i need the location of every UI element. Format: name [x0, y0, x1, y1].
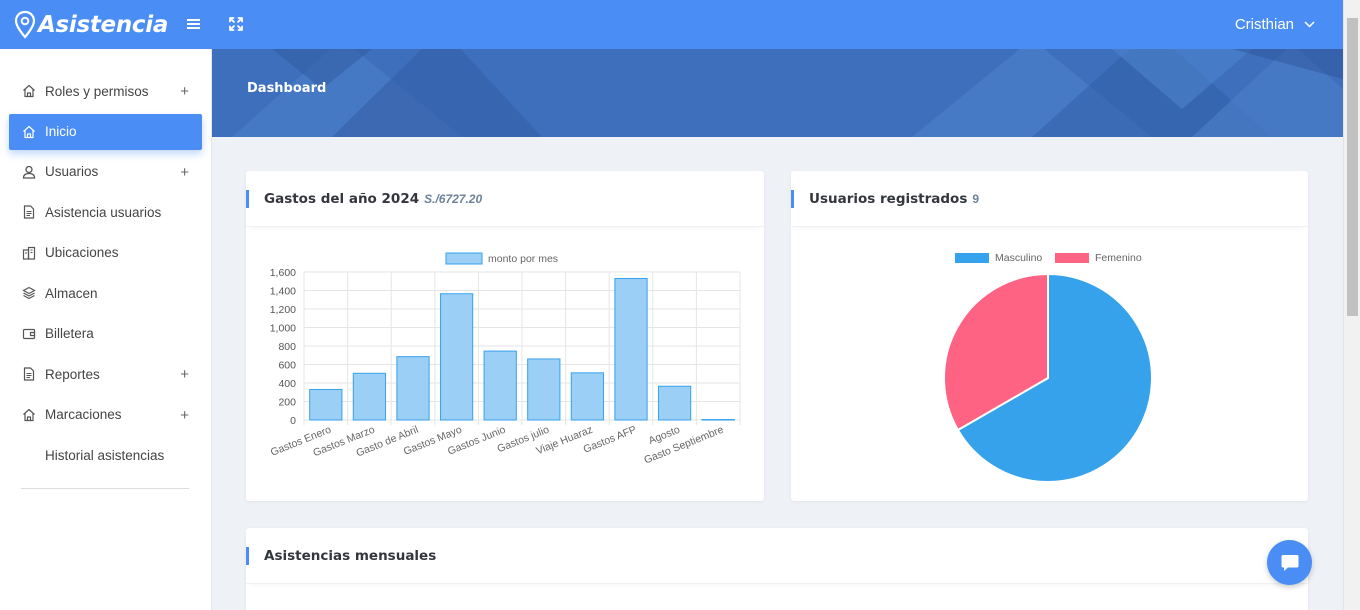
legend-label: Masculino: [995, 252, 1042, 264]
banner-background-pattern: [232, 49, 1343, 137]
expand-arrows-icon: [229, 17, 243, 31]
home-icon: [21, 124, 37, 140]
expenses-total: S./6727.20: [424, 191, 483, 206]
chevron-down-icon: [1304, 21, 1315, 28]
sidebar-item-asistencia-usuarios[interactable]: Asistencia usuarios: [0, 192, 202, 233]
users-card-header: Usuarios registrados 9: [791, 171, 1308, 227]
attendance-card-title: Asistencias mensuales: [264, 547, 437, 564]
bar: [570, 372, 605, 421]
sidebar-item-label: Reportes: [45, 366, 100, 382]
y-tick-label: 400: [278, 378, 296, 390]
bar: [483, 350, 517, 421]
layers-icon: [21, 285, 37, 301]
expenses-card: Gastos del año 2024 S./6727.20 monto por…: [246, 171, 764, 501]
sidebar-item-label: Billetera: [45, 326, 94, 342]
home-icon: [21, 407, 37, 423]
wallet-icon: [21, 326, 37, 342]
sidebar-item-label: Historial asistencias: [45, 447, 165, 463]
y-tick-label: 1,200: [270, 304, 296, 316]
brand-logo[interactable]: Asistencia: [0, 0, 212, 49]
y-tick-label: 800: [278, 341, 296, 353]
y-tick-label: 1,600: [270, 267, 296, 279]
chat-bubble-icon: [1281, 554, 1298, 571]
sidebar-item-label: Roles y permisos: [45, 83, 149, 99]
bar: [657, 385, 692, 421]
bar: [439, 293, 474, 421]
sidebar-item-marcaciones[interactable]: Marcaciones +: [0, 395, 202, 436]
bar: [701, 419, 735, 421]
page-title: Dashboard: [247, 81, 327, 96]
y-tick-label: 0: [290, 415, 296, 427]
sidebar-item-label: Marcaciones: [45, 407, 122, 423]
bar: [352, 372, 387, 421]
buildings-icon: [21, 245, 37, 261]
expenses-card-header: Gastos del año 2024 S./6727.20: [246, 171, 764, 227]
bar: [527, 358, 561, 421]
bar: [309, 388, 343, 421]
document-icon: [21, 204, 37, 220]
top-navbar: Asistencia Cristhian: [0, 0, 1343, 49]
sidebar-nav: Roles y permisos + Inicio Usuarios + Asistenc…: [0, 49, 211, 476]
brand-name: Asistencia: [38, 11, 169, 38]
legend-swatch: [445, 252, 483, 265]
chat-button[interactable]: [1267, 540, 1312, 585]
bar: [396, 356, 430, 421]
user-name: Cristhian: [1234, 16, 1294, 33]
card-accent-bar: [791, 189, 794, 208]
y-tick-label: 200: [278, 397, 296, 409]
expenses-bar-chart: monto por mes 0 200 400 600 800 1,000 1,200 1,40…: [269, 252, 741, 466]
sidebar-item-reportes[interactable]: Reportes +: [0, 354, 202, 395]
sidebar-item-inicio[interactable]: Inicio: [9, 113, 202, 150]
sidebar-item-billetera[interactable]: Billetera: [0, 314, 202, 355]
home-icon: [21, 83, 37, 99]
legend-label: monto por mes: [488, 253, 558, 265]
legend-label: Femenino: [1095, 252, 1142, 264]
user-icon: [21, 164, 37, 180]
card-accent-bar: [246, 189, 249, 208]
user-menu[interactable]: Cristhian: [1235, 0, 1315, 49]
users-gender-pie-chart: Masculino Femenino: [943, 252, 1153, 483]
users-card-title: Usuarios registrados: [809, 190, 968, 207]
sidebar-item-ubicaciones[interactable]: Ubicaciones: [0, 233, 202, 274]
expand-plus-icon[interactable]: +: [180, 407, 189, 424]
page-header-banner: Dashboard: [212, 49, 1343, 137]
y-tick-label: 1,400: [270, 286, 296, 298]
sidebar-item-label: Usuarios: [45, 164, 99, 180]
page-scrollbar[interactable]: [1343, 0, 1360, 610]
sidebar-item-label: Inicio: [45, 124, 77, 139]
users-card: Usuarios registrados 9 Masculino Femenino: [791, 171, 1308, 501]
legend-swatch: [1055, 253, 1089, 263]
sidebar-item-label: Almacen: [45, 285, 98, 301]
scrollbar-thumb[interactable]: [1347, 18, 1358, 316]
bar: [614, 277, 648, 421]
card-accent-bar: [246, 546, 249, 565]
fullscreen-button[interactable]: [224, 12, 248, 36]
location-pin-icon: [14, 10, 36, 39]
document-icon: [21, 366, 37, 382]
users-count: 9: [972, 191, 980, 206]
hamburger-icon: [187, 19, 200, 29]
expand-plus-icon[interactable]: +: [180, 164, 189, 181]
menu-toggle-button[interactable]: [182, 12, 206, 36]
expenses-card-title: Gastos del año 2024: [264, 190, 420, 207]
legend-swatch: [955, 253, 989, 263]
sidebar-item-historial-asistencias[interactable]: Historial asistencias: [0, 435, 202, 476]
sidebar-item-label: Asistencia usuarios: [45, 204, 162, 220]
expand-plus-icon[interactable]: +: [180, 83, 189, 100]
attendance-card: Asistencias mensuales: [246, 528, 1308, 610]
sidebar: Roles y permisos + Inicio Usuarios + Asistenc…: [0, 49, 212, 610]
sidebar-item-label: Ubicaciones: [45, 245, 119, 261]
y-tick-label: 600: [278, 360, 296, 372]
y-tick-label: 1,000: [270, 323, 296, 335]
sidebar-item-usuarios[interactable]: Usuarios +: [0, 152, 202, 193]
expand-plus-icon[interactable]: +: [180, 366, 189, 383]
sidebar-divider: [21, 487, 189, 489]
sidebar-item-almacen[interactable]: Almacen: [0, 273, 202, 314]
sidebar-item-roles-y-permisos[interactable]: Roles y permisos +: [0, 71, 202, 112]
attendance-card-header: Asistencias mensuales: [246, 528, 1308, 584]
